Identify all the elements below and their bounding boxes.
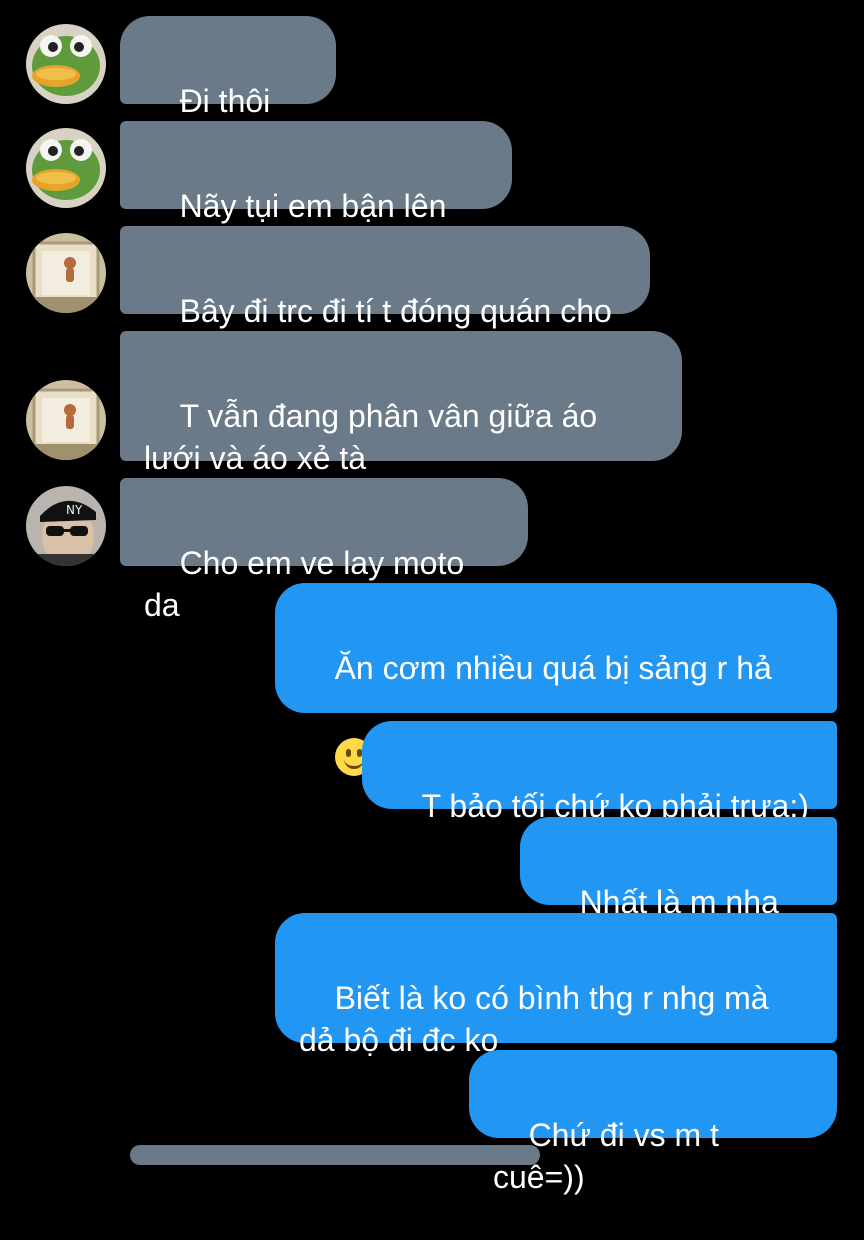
message-text: Biết là ko có bình thg r nhg mà dả bộ đi… bbox=[299, 980, 769, 1058]
message-bubble[interactable]: Chứ đi vs m t cuê=)) bbox=[469, 1050, 837, 1195]
message-bubble[interactable]: Đi thôi anh bbox=[120, 16, 336, 161]
gingerbread-avatar[interactable] bbox=[26, 380, 106, 460]
message-bubble[interactable]: Ăn cơm nhiều quá bị sảng r hả bbox=[275, 583, 837, 776]
message-bubble[interactable]: T bảo tối chứ ko phải trưa:) bbox=[362, 721, 837, 824]
message-bubble[interactable]: Nhất là m nha Tú bbox=[520, 817, 837, 962]
message-text: Ăn cơm nhiều quá bị sảng r hả bbox=[334, 650, 772, 686]
gingerbread-avatar[interactable] bbox=[26, 233, 106, 313]
frog-avatar[interactable] bbox=[26, 24, 106, 104]
message-text: Bây đi trc đi tí t đóng quán cho bbox=[179, 293, 612, 329]
message-bubble-partial[interactable] bbox=[130, 1145, 540, 1165]
cap-man-avatar[interactable]: NY bbox=[26, 486, 106, 566]
message-bubble[interactable]: Cho em ve lay moto da bbox=[120, 478, 528, 623]
frog-avatar[interactable] bbox=[26, 128, 106, 208]
message-bubble[interactable]: T vẫn đang phân vân giữa áo lưới và áo x… bbox=[120, 331, 682, 476]
message-bubble[interactable]: Biết là ko có bình thg r nhg mà dả bộ đi… bbox=[275, 913, 837, 1058]
message-text: T vẫn đang phân vân giữa áo lưới và áo x… bbox=[144, 398, 598, 476]
message-bubble[interactable]: Nãy tụi em bận lên đồ bbox=[120, 121, 512, 266]
svg-text:NY: NY bbox=[66, 503, 83, 517]
message-bubble[interactable]: Bây đi trc đi tí t đóng quán cho bbox=[120, 226, 650, 329]
